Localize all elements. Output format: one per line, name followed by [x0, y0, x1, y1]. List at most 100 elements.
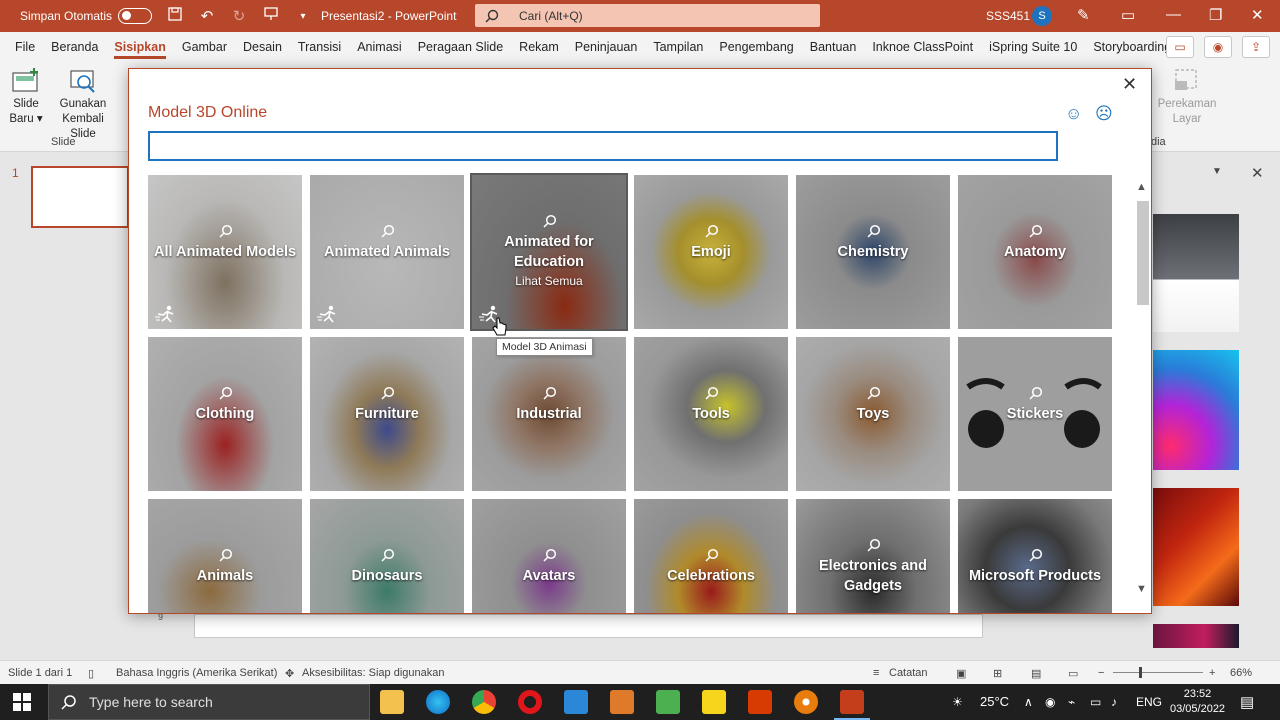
chrome-icon[interactable]: [472, 690, 496, 714]
frown-feedback-icon[interactable]: ☹: [1095, 104, 1113, 124]
new-slide-button[interactable]: Slide Baru ▾: [8, 68, 44, 127]
slide-sorter-icon[interactable]: ⊞: [993, 667, 1002, 680]
tab-draw[interactable]: Gambar: [174, 32, 235, 62]
tab-file[interactable]: File: [7, 32, 43, 62]
reuse-slides-button[interactable]: Gunakan Kembali Slide: [48, 68, 118, 142]
accessibility-status[interactable]: Aksesibilitas: Siap digunakan: [302, 667, 444, 679]
normal-view-icon[interactable]: ▣: [956, 667, 966, 680]
chat-app-icon[interactable]: [656, 690, 680, 714]
notes-button[interactable]: Catatan: [889, 667, 928, 679]
scroll-down-icon[interactable]: ▼: [1136, 583, 1147, 595]
design-idea-1[interactable]: [1153, 214, 1239, 332]
tab-animations[interactable]: Animasi: [349, 32, 409, 62]
notifications-icon[interactable]: ▤: [1240, 693, 1254, 711]
language-status[interactable]: Bahasa Inggris (Amerika Serikat): [116, 667, 277, 679]
zoom-slider[interactable]: [1113, 672, 1203, 673]
minimize-icon[interactable]: —: [1166, 6, 1181, 23]
sticky-notes-icon[interactable]: [702, 690, 726, 714]
screen-recording-button[interactable]: Perekaman Layar: [1155, 68, 1219, 127]
tile-chemistry[interactable]: Chemistry: [796, 175, 950, 329]
see-all-link[interactable]: Lihat Semua: [472, 274, 626, 288]
windows-start-icon[interactable]: [13, 693, 31, 711]
tile-electronics-and-gadgets[interactable]: Electronics and Gadgets: [796, 499, 950, 613]
tile-anatomy[interactable]: Anatomy: [958, 175, 1112, 329]
volume-icon[interactable]: ♪: [1111, 695, 1117, 709]
tile-toys[interactable]: Toys: [796, 337, 950, 491]
blender-icon[interactable]: [794, 690, 818, 714]
avatar[interactable]: S: [1032, 6, 1052, 26]
tile-clothing[interactable]: Clothing: [148, 337, 302, 491]
tile-dinosaurs[interactable]: Dinosaurs: [310, 499, 464, 613]
share-icon[interactable]: ⇪: [1242, 36, 1270, 58]
tile-avatars[interactable]: Avatars: [472, 499, 626, 613]
tray-overflow-icon[interactable]: ∧: [1024, 695, 1033, 709]
tab-review[interactable]: Peninjauan: [567, 32, 646, 62]
temperature[interactable]: 25°C: [980, 694, 1009, 709]
powerpoint-icon[interactable]: [834, 690, 870, 720]
tile-celebrations[interactable]: Celebrations: [634, 499, 788, 613]
tab-view[interactable]: Tampilan: [645, 32, 711, 62]
redo-icon[interactable]: ↻: [230, 7, 248, 25]
tab-home[interactable]: Beranda: [43, 32, 106, 62]
tile-emoji[interactable]: Emoji: [634, 175, 788, 329]
zoom-out-icon[interactable]: −: [1098, 667, 1104, 679]
close-window-icon[interactable]: ✕: [1251, 6, 1264, 24]
smile-feedback-icon[interactable]: ☺: [1065, 104, 1082, 124]
present-from-start-icon[interactable]: [262, 7, 280, 25]
file-explorer-icon[interactable]: [380, 690, 404, 714]
spellcheck-icon[interactable]: ▯: [88, 667, 94, 680]
tab-developer[interactable]: Pengembang: [711, 32, 801, 62]
clock[interactable]: 23:52 03/05/2022: [1170, 687, 1225, 717]
tile-microsoft-products[interactable]: Microsoft Products: [958, 499, 1112, 613]
tab-design[interactable]: Desain: [235, 32, 290, 62]
tile-tools[interactable]: Tools: [634, 337, 788, 491]
media-player-icon[interactable]: [610, 690, 634, 714]
tile-industrial[interactable]: Industrial: [472, 337, 626, 491]
save-icon[interactable]: [166, 7, 184, 25]
scroll-thumb[interactable]: [1137, 201, 1149, 305]
network-icon[interactable]: ⌁: [1068, 695, 1075, 709]
designer-close-icon[interactable]: ✕: [1251, 164, 1264, 182]
scroll-up-icon[interactable]: ▲: [1136, 181, 1147, 193]
tile-animals[interactable]: Animals: [148, 499, 302, 613]
design-idea-3[interactable]: [1153, 488, 1239, 606]
ribbon-display-icon[interactable]: ▭: [1121, 6, 1135, 24]
edge-icon[interactable]: [426, 690, 450, 714]
customize-toolbar-icon[interactable]: ▾: [294, 11, 312, 22]
weather-icon[interactable]: ☀: [952, 695, 963, 709]
tile-all-animated-models[interactable]: All Animated Models: [148, 175, 302, 329]
zoom-in-icon[interactable]: +: [1209, 667, 1215, 679]
undo-icon[interactable]: ↶: [198, 7, 216, 25]
tab-transitions[interactable]: Transisi: [290, 32, 349, 62]
tile-animated-for-education[interactable]: Animated for Education Lihat Semua: [470, 173, 628, 331]
opera-icon[interactable]: [518, 690, 542, 714]
restore-icon[interactable]: ❐: [1209, 6, 1222, 24]
taskbar-search[interactable]: Type here to search: [48, 684, 370, 720]
tray-record-icon[interactable]: ◉: [1045, 695, 1055, 709]
reading-view-icon[interactable]: ▤: [1031, 667, 1041, 680]
tab-ispring[interactable]: iSpring Suite 10: [981, 32, 1085, 62]
office-icon[interactable]: [748, 690, 772, 714]
user-name[interactable]: SSS451: [986, 9, 1030, 23]
store-icon[interactable]: [564, 690, 588, 714]
slideshow-view-icon[interactable]: ▭: [1068, 667, 1078, 680]
tab-insert[interactable]: Sisipkan: [106, 32, 173, 62]
autosave[interactable]: Simpan Otomatis: [20, 8, 153, 24]
tab-classpoint[interactable]: Inknoe ClassPoint: [864, 32, 981, 62]
dialog-close-icon[interactable]: ✕: [1122, 74, 1137, 95]
zoom-slider-thumb[interactable]: [1139, 667, 1142, 678]
tab-help[interactable]: Bantuan: [802, 32, 865, 62]
comments-icon[interactable]: ▭: [1166, 36, 1194, 58]
design-idea-2[interactable]: [1153, 350, 1239, 470]
tile-stickers[interactable]: Stickers: [958, 337, 1112, 491]
designer-options-chevron-icon[interactable]: ▼: [1212, 166, 1222, 177]
slide-thumbnail[interactable]: [31, 166, 129, 228]
record-icon[interactable]: ◉: [1204, 36, 1232, 58]
tab-record[interactable]: Rekam: [511, 32, 567, 62]
dialog-scrollbar[interactable]: ▲ ▼: [1134, 173, 1150, 609]
tile-animated-animals[interactable]: Animated Animals: [310, 175, 464, 329]
zoom-level[interactable]: 66%: [1230, 667, 1252, 679]
autosave-toggle[interactable]: [118, 8, 153, 24]
battery-icon[interactable]: ▭: [1090, 695, 1101, 709]
tile-furniture[interactable]: Furniture: [310, 337, 464, 491]
